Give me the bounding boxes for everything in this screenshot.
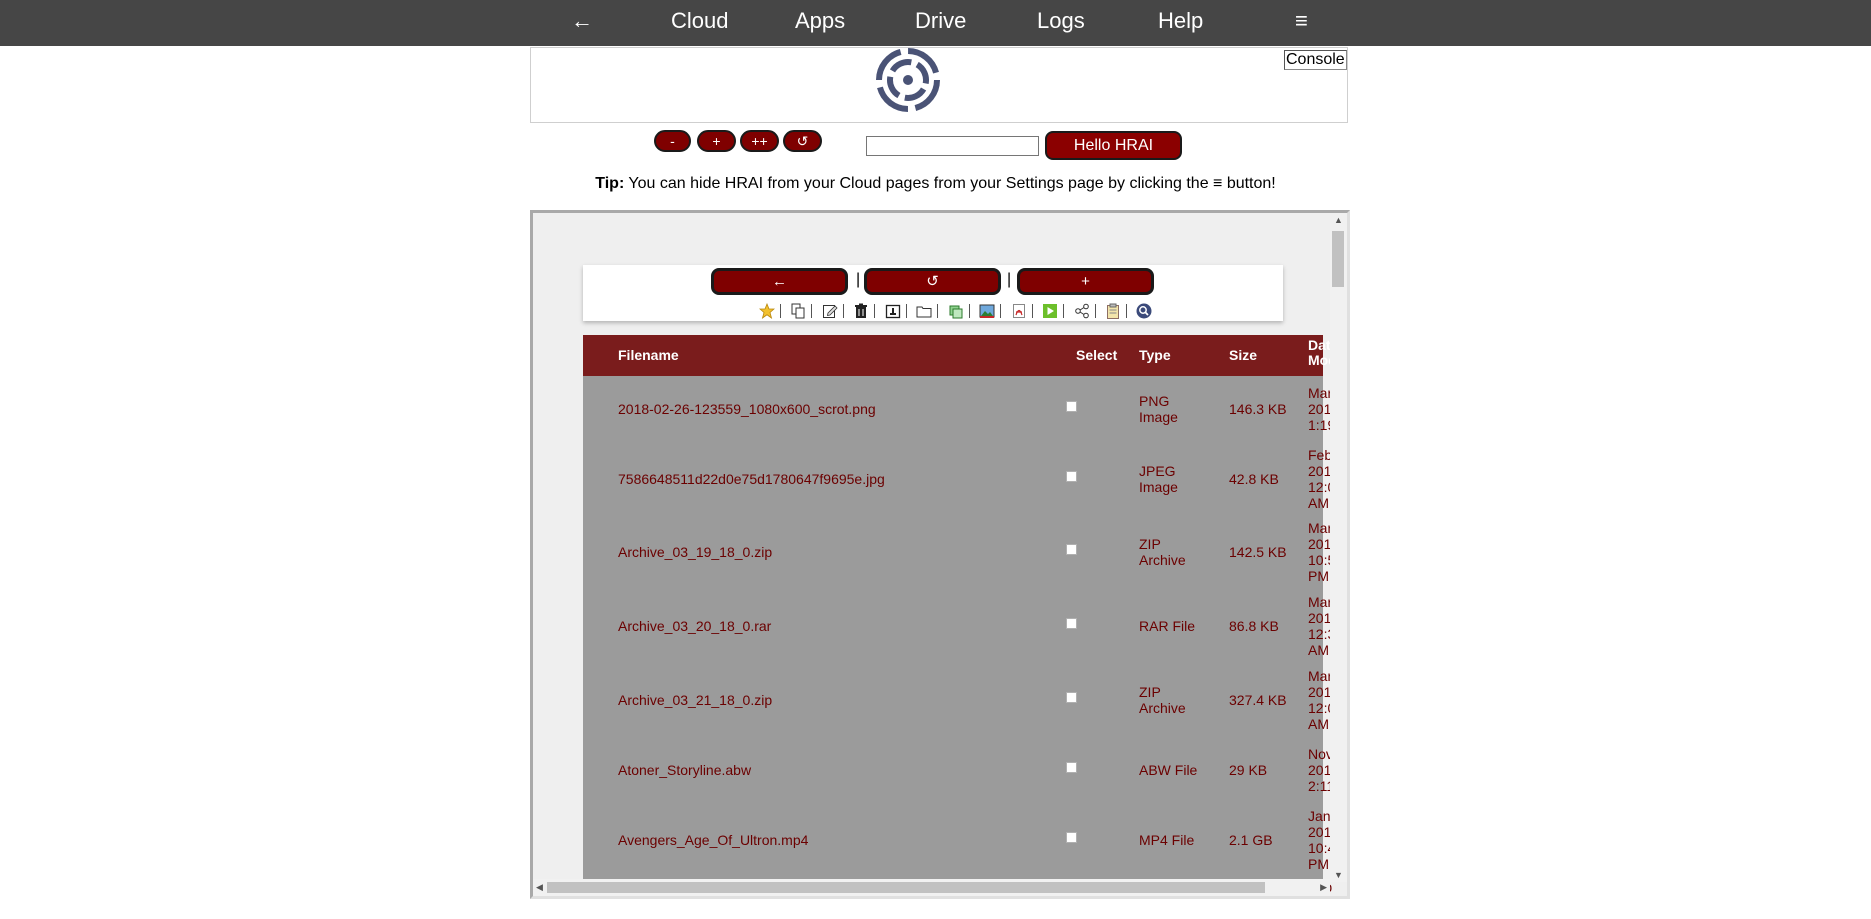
move-icon[interactable] <box>948 303 964 319</box>
file-type: ABW File <box>1139 762 1197 778</box>
nav-menu-button[interactable]: ≡ <box>1295 0 1308 46</box>
search-icon[interactable] <box>1136 303 1152 319</box>
pdf-icon[interactable] <box>1011 303 1027 319</box>
file-size: 142.5 KB <box>1229 544 1287 560</box>
file-type-line: MP4 File <box>1139 832 1195 848</box>
select-checkbox[interactable] <box>1066 401 1077 412</box>
reset-button[interactable]: ↺ <box>783 130 822 152</box>
tip-message: You can hide HRAI from your Cloud pages … <box>624 175 1276 192</box>
console-button[interactable]: Console <box>1284 50 1347 70</box>
select-checkbox[interactable] <box>1066 762 1077 773</box>
image-icon[interactable] <box>979 303 995 319</box>
header-select: Select <box>1076 347 1118 363</box>
select-checkbox[interactable] <box>1066 470 1077 482</box>
tip-text: Tip: You can hide HRAI from your Cloud p… <box>0 175 1871 193</box>
scroll-up-arrow[interactable]: ▲ <box>1334 215 1343 225</box>
horizontal-scroll-thumb[interactable] <box>547 882 1265 893</box>
file-type-line: ZIP <box>1139 536 1161 552</box>
nav-back-button[interactable]: ← <box>571 0 593 46</box>
hello-hrai-button[interactable]: Hello HRAI <box>1045 131 1182 160</box>
table-row[interactable]: Archive_03_21_18_0.zip ZIP Archive 327.4 KB… <box>583 663 1339 737</box>
file-size: 146.3 KB <box>1229 401 1287 417</box>
top-nav-bar: ← Cloud Apps Drive Logs Help ≡ <box>0 0 1871 46</box>
favorite-icon[interactable] <box>759 302 775 319</box>
select-checkbox[interactable] <box>1066 544 1077 555</box>
file-type: ZIP Archive <box>1139 536 1186 568</box>
table-row[interactable]: Avengers_Age_Of_Ultron.mp4 MP4 File 2.1 GB… <box>583 803 1339 877</box>
file-type-line: Image <box>1139 478 1178 495</box>
tip-label: Tip: <box>595 175 625 192</box>
file-type-line: RAR File <box>1139 618 1196 634</box>
table-row[interactable]: 7586648511d22d0e75d1780647f9695e.jpg JPEG… <box>583 442 1339 515</box>
file-name-link[interactable]: Avengers_Age_Of_Ultron.mp4 <box>618 832 808 848</box>
drive-frame: ← | ↺ | + Filename Select Type Size Date… <box>530 210 1350 899</box>
share-icon[interactable] <box>1074 303 1090 319</box>
file-type-line: Archive <box>1139 552 1186 568</box>
hrai-input[interactable] <box>866 136 1039 156</box>
file-type-line: JPEG <box>1139 462 1176 479</box>
file-type: JPEG Image <box>1139 463 1178 495</box>
nav-cloud-link[interactable]: Cloud <box>671 0 728 46</box>
file-name-link[interactable]: 7586648511d22d0e75d1780647f9695e.jpg <box>618 471 885 487</box>
file-name-link[interactable]: Archive_03_20_18_0.rar <box>618 618 771 634</box>
vertical-scroll-thumb[interactable] <box>1332 231 1344 287</box>
scroll-left-arrow[interactable]: ◀ <box>536 882 543 893</box>
file-type-line: Image <box>1139 409 1178 425</box>
copy-icon[interactable] <box>790 303 806 319</box>
file-size: 86.8 KB <box>1229 618 1279 634</box>
table-row[interactable]: Archive_03_20_18_0.rar RAR File 86.8 KB Mar… <box>583 589 1339 663</box>
header-type[interactable]: Type <box>1139 335 1171 376</box>
scroll-right-arrow[interactable]: ▶ <box>1320 882 1327 893</box>
drive-back-button[interactable]: ← <box>711 268 848 295</box>
file-size: 2.1 GB <box>1229 832 1273 848</box>
file-type-line: ABW File <box>1139 762 1198 778</box>
play-icon[interactable] <box>1042 303 1058 319</box>
nav-help-link[interactable]: Help <box>1158 0 1203 46</box>
header-filename[interactable]: Filename <box>618 335 679 376</box>
file-size: 327.4 KB <box>1229 692 1287 708</box>
scroll-down-arrow[interactable]: ▼ <box>1334 870 1343 880</box>
nav-drive-link[interactable]: Drive <box>915 0 966 46</box>
file-name-link[interactable]: Archive_03_21_18_0.zip <box>618 692 772 708</box>
archive-icon[interactable] <box>885 303 901 319</box>
drive-icon-row <box>759 302 1152 320</box>
nav-apps-link[interactable]: Apps <box>795 0 845 46</box>
clipboard-icon[interactable] <box>1105 303 1121 319</box>
nav-logs-link[interactable]: Logs <box>1037 0 1085 46</box>
file-name-link[interactable]: 2018-02-26-123559_1080x600_scrot.png <box>618 401 876 417</box>
hrai-logo-icon[interactable] <box>875 47 941 113</box>
select-checkbox[interactable] <box>1066 618 1077 629</box>
horizontal-scrollbar[interactable]: ◀ ▶ <box>533 879 1330 896</box>
file-type: ZIP Archive <box>1139 684 1186 716</box>
table-row[interactable]: 2018-02-26-123559_1080x600_scrot.png PNG I… <box>583 376 1339 442</box>
folder-icon[interactable] <box>916 303 932 319</box>
toolbar-separator: | <box>1007 271 1012 288</box>
header-size[interactable]: Size <box>1229 335 1257 376</box>
file-name-link[interactable]: Archive_03_19_18_0.zip <box>618 544 772 560</box>
zoom-in-button[interactable]: + <box>697 130 736 152</box>
zoom-in-more-button[interactable]: ++ <box>740 130 779 152</box>
drive-toolbar: ← | ↺ | + <box>583 265 1283 321</box>
vertical-scrollbar[interactable]: ▲ ▼ <box>1330 213 1347 882</box>
file-type: MP4 File <box>1139 832 1194 848</box>
table-header: Filename Select Type Size Date Modified <box>583 335 1347 376</box>
edit-icon[interactable] <box>822 303 838 319</box>
file-size: 29 KB <box>1229 762 1268 778</box>
file-name-link[interactable]: Atoner_Storyline.abw <box>618 762 751 778</box>
select-checkbox[interactable] <box>1066 832 1077 843</box>
zoom-out-button[interactable]: - <box>654 130 691 152</box>
trash-icon[interactable] <box>853 303 869 319</box>
file-size: 42.8 KB <box>1229 470 1279 487</box>
toolbar-separator: | <box>856 271 861 288</box>
drive-refresh-button[interactable]: ↺ <box>864 268 1001 295</box>
file-type: RAR File <box>1139 618 1195 634</box>
select-checkbox[interactable] <box>1066 692 1077 703</box>
file-type: PNG Image <box>1139 393 1178 425</box>
file-type-line: PNG <box>1139 393 1170 409</box>
file-type-line: ZIP <box>1139 684 1161 700</box>
table-row[interactable]: Archive_03_19_18_0.zip ZIP Archive 142.5 KB… <box>583 515 1339 589</box>
table-row[interactable]: Atoner_Storyline.abw ABW File 29 KB Nov 2017… <box>583 737 1339 803</box>
file-type-line: Archive <box>1139 700 1186 716</box>
drive-add-button[interactable]: + <box>1017 268 1154 295</box>
